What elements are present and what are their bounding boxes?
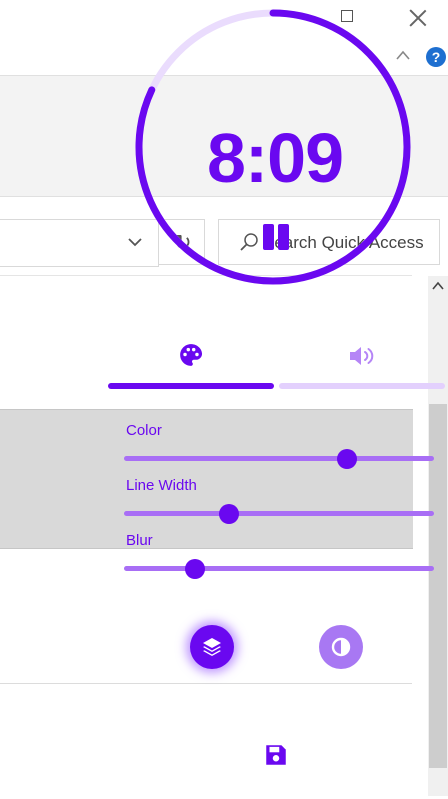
contrast-icon	[331, 637, 351, 657]
pause-bar-right	[278, 224, 289, 250]
search-icon	[240, 233, 258, 251]
help-icon[interactable]: ?	[426, 47, 446, 67]
blur-slider-track[interactable]	[124, 566, 434, 571]
palette-icon	[180, 344, 203, 366]
chevron-down-icon[interactable]	[128, 237, 142, 247]
pause-bar-left	[263, 224, 274, 250]
pause-button[interactable]	[258, 222, 294, 254]
contrast-button[interactable]	[319, 625, 363, 669]
tab-sound[interactable]	[279, 338, 445, 392]
color-slider-track[interactable]	[124, 456, 434, 461]
tab-inactive-indicator	[279, 383, 445, 389]
refresh-button[interactable]: ↻	[158, 219, 205, 265]
search-input[interactable]: Search Quick Access	[218, 219, 440, 265]
refresh-icon: ↻	[173, 230, 192, 255]
sound-icon	[350, 347, 374, 365]
blur-slider-thumb[interactable]	[185, 559, 206, 579]
close-icon[interactable]	[408, 8, 428, 28]
timer-display: 8:09	[206, 119, 344, 197]
blur-slider-label: Blur	[126, 532, 153, 549]
lower-divider	[0, 683, 412, 684]
color-slider-label: Color	[126, 422, 162, 439]
maximize-icon[interactable]	[341, 10, 353, 22]
line-width-slider-track[interactable]	[124, 511, 434, 516]
line-width-slider-label: Line Width	[126, 477, 197, 494]
scroll-up-icon[interactable]	[432, 281, 444, 291]
selected-row-band	[0, 409, 413, 549]
tab-palette[interactable]	[108, 338, 274, 392]
layers-icon	[203, 638, 221, 656]
tab-active-indicator	[108, 383, 274, 389]
layers-button[interactable]	[190, 625, 234, 669]
save-button[interactable]	[263, 742, 289, 768]
chevron-up-icon[interactable]	[396, 50, 410, 60]
save-icon	[266, 745, 286, 765]
content-divider	[0, 275, 412, 276]
